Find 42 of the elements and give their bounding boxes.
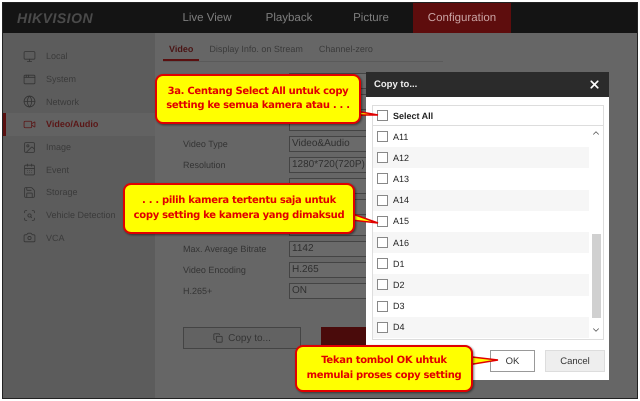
checkbox[interactable] (377, 279, 388, 290)
channel-label: D3 (393, 301, 405, 312)
checkbox[interactable] (377, 152, 388, 164)
callout: . . . pilih kamera tertentu saja untuk copy setting ke kamera yang dimaksud (123, 183, 355, 234)
nav-tab[interactable]: Picture (331, 3, 411, 33)
nav-tab[interactable]: Playback (249, 3, 329, 33)
calendar-icon (23, 163, 36, 176)
ok-button[interactable]: OK (490, 350, 535, 372)
checkbox[interactable] (377, 110, 388, 121)
checkbox[interactable] (377, 194, 388, 206)
checkbox[interactable] (377, 237, 388, 248)
checkbox[interactable] (377, 300, 388, 312)
checkbox-label: Select All (393, 110, 434, 120)
window-icon (23, 72, 36, 86)
checkbox[interactable] (377, 216, 388, 227)
channel-label: A14 (393, 195, 410, 206)
channel-label: A15 (393, 216, 410, 226)
channel-label: A16 (393, 238, 410, 248)
checkbox[interactable] (377, 322, 388, 333)
copy-icon (213, 333, 224, 343)
image-icon (23, 140, 36, 154)
nav-tab[interactable]: Live View (167, 3, 247, 33)
close-icon[interactable] (588, 78, 601, 91)
callout: Tekan tombol OK uhtuk memulai proses copy setting (295, 345, 473, 392)
sidebar-label: Video/Audio (46, 119, 98, 130)
monitor-icon (23, 50, 36, 63)
nav-tab[interactable]: Configuration (413, 3, 511, 33)
checkbox[interactable] (377, 258, 388, 270)
dialog-title: Copy to... (374, 79, 418, 90)
channel-label: A13 (393, 174, 410, 184)
magnifier-icon (23, 208, 36, 222)
channel-label: D2 (393, 280, 405, 290)
cancel-button[interactable]: Cancel (545, 350, 605, 372)
sidebar-item[interactable]: Video/Audio (3, 113, 155, 136)
globe-icon (23, 95, 36, 108)
channel-label: D1 (393, 258, 405, 269)
tab[interactable]: Video (163, 41, 200, 61)
checkbox[interactable] (377, 173, 388, 184)
camera-icon (23, 231, 36, 244)
scrollbar-thumb[interactable] (592, 234, 600, 318)
checkbox[interactable] (377, 131, 388, 142)
channel-label: D4 (393, 322, 405, 332)
